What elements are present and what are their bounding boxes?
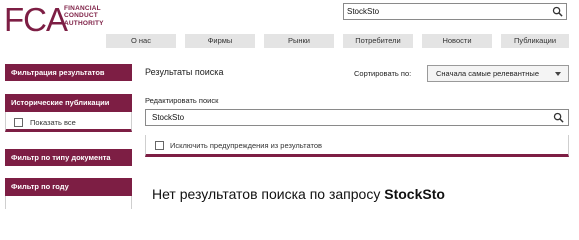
logo-mark: FCA bbox=[4, 1, 68, 38]
fca-logo[interactable]: FCA FINANCIAL CONDUCT AUTHORITY bbox=[4, 1, 136, 38]
main-search bbox=[145, 109, 569, 126]
year-panel bbox=[5, 196, 132, 209]
search-icon[interactable] bbox=[552, 6, 563, 17]
logo-line: AUTHORITY bbox=[64, 19, 104, 27]
nav-item-firms[interactable]: Фирмы bbox=[185, 34, 255, 48]
edit-search-label: Редактировать поиск bbox=[145, 96, 219, 105]
filter-results-button[interactable]: Фильтрация результатов bbox=[5, 64, 132, 81]
nav-item-news[interactable]: Новости bbox=[422, 34, 492, 48]
main-search-input[interactable] bbox=[146, 110, 546, 125]
logo-name: FINANCIAL CONDUCT AUTHORITY bbox=[64, 5, 104, 27]
nav-item-publications[interactable]: Публикации bbox=[501, 34, 569, 48]
filter-year-button[interactable]: Фильтр по году bbox=[5, 178, 132, 196]
no-results-message: Нет результатов поиска по запросу StockS… bbox=[152, 186, 445, 202]
historical-panel: Показать все bbox=[5, 112, 132, 132]
sort-selected-value: Сначала самые релевантные bbox=[436, 69, 539, 78]
nav-item-about[interactable]: О нас bbox=[106, 34, 176, 48]
sort-label: Сортировать по: bbox=[354, 69, 412, 78]
no-results-query: StockSto bbox=[384, 186, 445, 202]
exclude-warnings-label: Исключить предупреждения из результатов bbox=[170, 141, 322, 150]
exclude-warnings-checkbox[interactable] bbox=[155, 141, 164, 150]
historical-publications-header[interactable]: Исторические публикации bbox=[5, 94, 132, 112]
show-all-checkbox[interactable] bbox=[14, 118, 23, 127]
results-title: Результаты поиска bbox=[145, 67, 224, 77]
nav-item-consumers[interactable]: Потребители bbox=[343, 34, 413, 48]
filter-doc-type-button[interactable]: Фильтр по типу документа bbox=[5, 149, 132, 166]
sort-select[interactable]: Сначала самые релевантные bbox=[427, 65, 569, 82]
exclude-warnings-panel: Исключить предупреждения из результатов bbox=[145, 135, 569, 157]
search-icon[interactable] bbox=[553, 112, 564, 123]
chevron-down-icon bbox=[555, 72, 561, 76]
header-search-input[interactable] bbox=[344, 4, 544, 19]
logo-line: FINANCIAL bbox=[64, 5, 101, 12]
no-results-text: Нет результатов поиска по запросу bbox=[152, 186, 385, 202]
logo-line: CONDUCT bbox=[64, 12, 98, 20]
nav-item-markets[interactable]: Рынки bbox=[264, 34, 334, 48]
header-search bbox=[343, 3, 567, 20]
show-all-label: Показать все bbox=[30, 118, 76, 127]
